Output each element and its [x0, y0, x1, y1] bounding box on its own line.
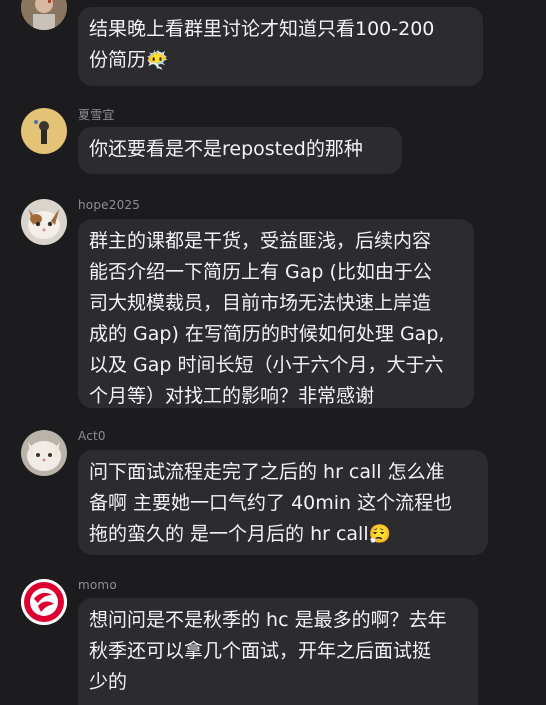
message-text-line: 以及 Gap 时间长短（小于六个月，大于六 — [89, 354, 444, 376]
message-text-line: 份简历 — [89, 49, 147, 71]
sender-name: Act0 — [78, 429, 106, 443]
sender-name: 夏雪宜 — [78, 108, 115, 122]
message-text-line: 拖的蛮久的 是一个月后的 hr call — [89, 523, 369, 545]
face-exhaling-emoji-icon: 😮‍💨 — [368, 524, 392, 545]
message-text-line: 司大规模裁员，目前市场无法快速上岸造 — [89, 292, 432, 314]
foggy-face-emoji-icon: 😶‍🌫️ — [146, 50, 169, 71]
message-text-line: 群主的课都是干货，受益匪浅，后续内容 — [89, 230, 432, 252]
message-bubble[interactable]: 你还要看是不是reposted的那种 — [78, 127, 402, 174]
message-text-line: 想问问是不是秋季的 hc 是最多的啊？去年 — [89, 609, 447, 631]
message-text-line: 结果晚上看群里讨论才知道只看100-200 — [89, 18, 435, 40]
avatar[interactable] — [21, 0, 67, 30]
message-text-line: 备啊 主要她一口气约了 40min 这个流程也 — [89, 492, 453, 514]
message-text-line: 成的 Gap) 在写简历的时候如何处理 Gap, — [89, 323, 445, 345]
message-bubble[interactable]: 想问问是不是秋季的 hc 是最多的啊？去年 秋季还可以拿几个面试，开年之后面试挺… — [78, 598, 478, 705]
avatar[interactable] — [21, 430, 67, 476]
message-text-line: 秋季还可以拿几个面试，开年之后面试挺 — [89, 640, 432, 662]
avatar[interactable] — [21, 199, 67, 245]
message-text-line: 个月等）对找工的影响？非常感谢 — [89, 385, 375, 407]
message-bubble[interactable]: 群主的课都是干货，受益匪浅，后续内容 能否介绍一下简历上有 Gap (比如由于公… — [78, 219, 474, 408]
message-text-line: 你还要看是不是reposted的那种 — [89, 138, 363, 160]
message-text-line: 少的 — [89, 671, 128, 693]
message-bubble[interactable]: 结果晚上看群里讨论才知道只看100-200 份简历😶‍🌫️ — [78, 7, 483, 86]
message-text-line: 能否介绍一下简历上有 Gap (比如由于公 — [89, 261, 432, 283]
avatar[interactable] — [21, 108, 67, 154]
message-bubble[interactable]: 问下面试流程走完了之后的 hr call 怎么准 备啊 主要她一口气约了 40m… — [78, 450, 488, 555]
sender-name: hope2025 — [78, 198, 141, 212]
message-text-line: 问下面试流程走完了之后的 hr call 怎么准 — [89, 461, 445, 483]
avatar[interactable] — [21, 579, 67, 625]
sender-name: momo — [78, 578, 117, 592]
